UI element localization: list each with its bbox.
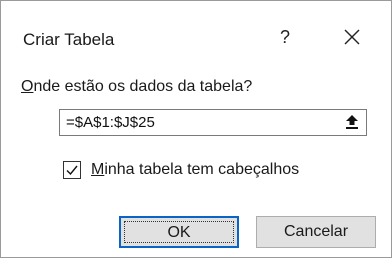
headers-checkbox-text: inha tabela tem cabeçalhos [104, 161, 300, 178]
dialog-title: Criar Tabela [23, 30, 115, 49]
range-field [59, 109, 367, 136]
ok-button[interactable]: OK [119, 216, 239, 248]
headers-checkbox[interactable] [63, 161, 81, 179]
range-prompt-accelerator: O [21, 78, 34, 95]
range-input[interactable] [60, 110, 324, 135]
range-prompt-text: nde estão os dados da tabela? [33, 78, 253, 95]
close-icon [344, 29, 360, 45]
dialog-titlebar[interactable]: Criar Tabela ? [1, 1, 391, 67]
close-button[interactable] [337, 23, 367, 51]
create-table-dialog: Criar Tabela ? Onde estão os dados da ta… [0, 0, 392, 258]
cancel-button-label: Cancelar [283, 223, 349, 240]
collapse-dialog-icon [346, 115, 358, 129]
checkmark-icon [66, 165, 78, 176]
headers-checkbox-label[interactable]: Minha tabela tem cabeçalhos [91, 161, 299, 179]
help-button[interactable]: ? [273, 23, 297, 51]
range-prompt-label: Onde estão os dados da tabela? [21, 78, 252, 96]
headers-checkbox-accelerator: M [91, 161, 105, 178]
ok-button-label: OK [167, 224, 191, 241]
collapse-dialog-button[interactable] [337, 110, 366, 135]
cancel-button[interactable]: Cancelar [256, 216, 376, 248]
